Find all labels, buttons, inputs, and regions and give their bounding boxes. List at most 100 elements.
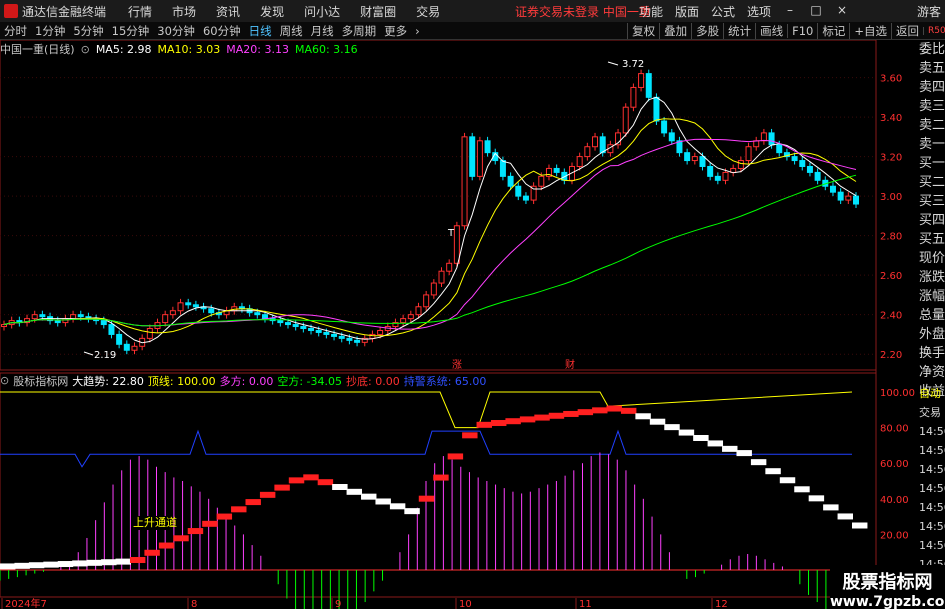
trend-block bbox=[664, 424, 680, 431]
menu-hangqing[interactable]: 行情 bbox=[128, 3, 152, 20]
trend-block bbox=[101, 559, 117, 566]
quote-label: 换手 bbox=[919, 346, 945, 361]
btn-huaxian[interactable]: 画线 bbox=[755, 22, 787, 39]
menu-faxian[interactable]: 发现 bbox=[260, 3, 284, 20]
menu-banmian[interactable]: 版面 bbox=[675, 3, 699, 20]
candle-body bbox=[691, 156, 698, 162]
date-label: 9 bbox=[335, 599, 341, 609]
menu-xuanxiang[interactable]: 选项 bbox=[747, 3, 771, 20]
period-daily[interactable]: 日线 bbox=[245, 23, 276, 39]
menu-wenxiaoda[interactable]: 问小达 bbox=[304, 3, 340, 20]
candle-body bbox=[684, 152, 691, 162]
dingxian-value: 顶线: 100.00 bbox=[147, 374, 216, 388]
trend-block bbox=[202, 520, 218, 527]
menu-gongneng[interactable]: 功能 bbox=[639, 3, 663, 20]
price-tick-label: 2.40 bbox=[880, 311, 902, 322]
quote-label: 委比 bbox=[919, 42, 945, 57]
menu-caifuquan[interactable]: 财富圈 bbox=[360, 3, 396, 20]
settings-icon[interactable]: ⊙ bbox=[81, 43, 90, 56]
indicator-tick-label: 60.00 bbox=[880, 459, 909, 470]
login-notice[interactable]: 证券交易未登录 中国一重 bbox=[515, 3, 651, 20]
yujing-value: 持警系统: 65.00 bbox=[403, 374, 487, 388]
period-1min[interactable]: 1分钟 bbox=[31, 23, 69, 39]
period-30min[interactable]: 30分钟 bbox=[153, 23, 199, 39]
indicator-tick-label: 40.00 bbox=[880, 495, 909, 506]
candle-body bbox=[323, 331, 330, 335]
date-label: 11 bbox=[579, 599, 592, 609]
price-tick-label: 3.40 bbox=[880, 113, 902, 124]
indicator-name[interactable]: 股标指标网 bbox=[13, 373, 68, 389]
close-icon[interactable]: × bbox=[835, 3, 849, 20]
candle-body bbox=[507, 175, 514, 187]
candle-body bbox=[254, 312, 261, 316]
trade-time-label[interactable]: 交易 bbox=[919, 403, 945, 422]
trend-block bbox=[303, 474, 319, 481]
period-5min[interactable]: 5分钟 bbox=[69, 23, 107, 39]
candle-body bbox=[638, 73, 645, 88]
period-15min[interactable]: 15分钟 bbox=[108, 23, 154, 39]
trend-block bbox=[57, 561, 74, 568]
quote-label: 净资 bbox=[919, 365, 945, 380]
period-weekly[interactable]: 周线 bbox=[276, 23, 307, 39]
btn-tongji[interactable]: 统计 bbox=[723, 22, 755, 39]
btn-diejia[interactable]: 叠加 bbox=[659, 22, 691, 39]
candle-body bbox=[814, 171, 821, 181]
btn-biaoji[interactable]: 标记 bbox=[817, 22, 849, 39]
trend-block bbox=[115, 558, 131, 565]
price-tick-label: 2.60 bbox=[880, 271, 902, 282]
max-price-label: 3.72 bbox=[622, 59, 644, 70]
candle-body bbox=[423, 294, 430, 308]
btn-f10[interactable]: F10 bbox=[787, 23, 817, 38]
candle-body bbox=[77, 314, 84, 318]
maximize-icon[interactable]: □ bbox=[809, 3, 823, 20]
auto-trade-toggle[interactable]: 自动 bbox=[919, 384, 945, 403]
candle-body bbox=[146, 328, 153, 339]
period-more[interactable]: 更多 bbox=[380, 23, 411, 39]
quote-side-panel: 委比 卖五 卖四 卖三 卖二 卖一 买一 买二 买三 买四 买五 现价 涨跌 涨幅 总量 外盘 换手 净资 收益 自… bbox=[919, 40, 945, 609]
quote-label: 卖一 bbox=[919, 137, 945, 152]
candle-body bbox=[776, 144, 783, 154]
menu-gongshi[interactable]: 公式 bbox=[711, 3, 735, 20]
period-fenshi[interactable]: 分时 bbox=[0, 23, 31, 39]
price-tick-label: 3.60 bbox=[880, 74, 902, 85]
title-bar: 通达信金融终端 行情 市场 资讯 发现 问小达 财富圈 交易 证券交易未登录 中… bbox=[0, 0, 945, 22]
minimize-icon[interactable]: – bbox=[783, 3, 797, 20]
stock-title[interactable]: 中国一重(日线) bbox=[0, 41, 75, 57]
candle-body bbox=[845, 195, 852, 201]
trend-block bbox=[72, 560, 88, 567]
period-monthly[interactable]: 月线 bbox=[307, 23, 338, 39]
candle-body bbox=[469, 136, 476, 177]
guest-user[interactable]: 游客 bbox=[917, 3, 941, 20]
trade-time-label: 14:56 bbox=[919, 520, 945, 533]
trend-block bbox=[620, 407, 637, 414]
chevron-right-icon[interactable]: › bbox=[411, 24, 424, 38]
trade-time-label: 14:56 bbox=[919, 482, 945, 495]
trend-block bbox=[231, 506, 247, 513]
indicator-settings-icon[interactable]: ⊙ bbox=[0, 374, 9, 387]
trade-time-label: 14:56 bbox=[919, 463, 945, 476]
candle-body bbox=[630, 86, 637, 108]
trend-block bbox=[86, 559, 103, 566]
candle-body bbox=[123, 343, 130, 351]
btn-fuquan[interactable]: 复权 bbox=[627, 22, 659, 39]
candle-body bbox=[377, 329, 384, 335]
menu-jiaoyi[interactable]: 交易 bbox=[416, 3, 440, 20]
btn-duogu[interactable]: 多股 bbox=[691, 22, 723, 39]
chart-area[interactable]: 3.60 3.40 3.20 3.00 2.80 2.60 2.40 2.20 3.72 2.… bbox=[0, 40, 919, 609]
candle-body bbox=[522, 195, 529, 201]
period-multi[interactable]: 多周期 bbox=[338, 23, 381, 39]
candle-body bbox=[438, 270, 445, 284]
menu-shichang[interactable]: 市场 bbox=[172, 3, 196, 20]
quote-label: 卖四 bbox=[919, 80, 945, 95]
period-60min[interactable]: 60分钟 bbox=[199, 23, 245, 39]
trend-block bbox=[837, 513, 853, 520]
trend-block bbox=[722, 445, 738, 452]
btn-fanhui[interactable]: 返回 bbox=[891, 22, 923, 39]
menu-zixun[interactable]: 资讯 bbox=[216, 3, 240, 20]
btn-zixuan[interactable]: +自选 bbox=[849, 22, 891, 39]
trend-block bbox=[361, 493, 377, 500]
candle-body bbox=[169, 310, 176, 316]
price-tick-label: 2.80 bbox=[880, 232, 902, 243]
candle-body bbox=[331, 333, 338, 337]
candle-body bbox=[315, 329, 322, 333]
